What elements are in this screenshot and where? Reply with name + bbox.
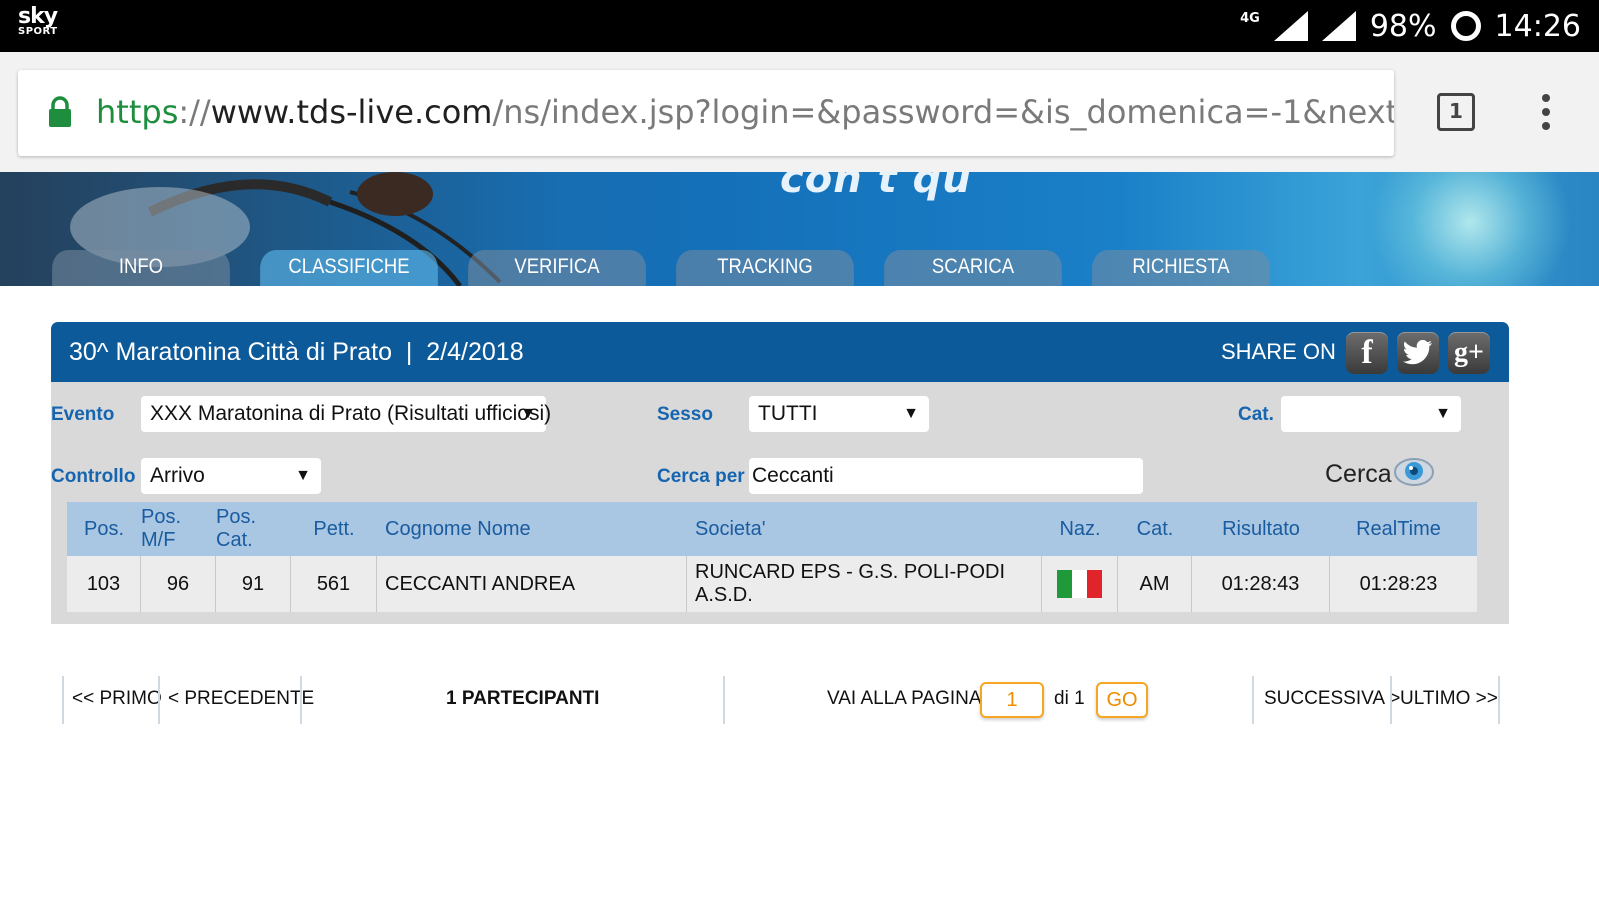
header-cat[interactable]: Cat. [1118,502,1192,556]
overflow-menu-icon[interactable] [1539,94,1553,134]
chevron-down-icon: ▼ [903,405,919,422]
next-page-link[interactable]: SUCCESSIVA > [1264,688,1400,710]
header-pett[interactable]: Pett. [291,502,377,556]
sesso-label: Sesso [657,404,713,425]
race-title: 30^ Maratonina Città di Prato | 2/4/2018 [69,338,524,366]
url-text: https://www.tds-live.com/ns/index.jsp?lo… [96,90,1394,134]
cell-societa: RUNCARD EPS - G.S. POLI-PODI A.S.D. [687,556,1042,612]
previous-page-link[interactable]: < PRECEDENTE [168,688,314,710]
table-header: Pos. Pos. M/F Pos. Cat. Pett. Cognome No… [67,502,1477,556]
url-scheme: https [96,93,179,131]
pagination-bar: << PRIMO < PRECEDENTE 1 PARTECIPANTI VAI… [62,676,1502,728]
tab-scarica-classifica[interactable]: SCARICA CLASSIFICA [884,250,1062,286]
battery-ring-icon [1450,11,1481,41]
cell-name[interactable]: CECCANTI ANDREA [377,556,687,612]
tab-info[interactable]: INFO [52,250,230,286]
evento-label: Evento [51,404,115,425]
browser-toolbar: https://www.tds-live.com/ns/index.jsp?lo… [0,52,1599,172]
cell-pos-cat: 91 [216,556,291,612]
chevron-down-icon: ▼ [520,405,536,422]
lock-icon [49,96,71,127]
cell-cat: AM [1118,556,1192,612]
tab-verifica-iscrizione[interactable]: VERIFICA ISCRIZIONE [468,250,646,286]
cat-select[interactable]: ▼ [1281,396,1461,432]
results-panel: 30^ Maratonina Città di Prato | 2/4/2018… [51,322,1509,624]
page-total: di 1 [1054,688,1085,709]
cat-label: Cat. [1238,404,1274,425]
tab-switcher-button[interactable]: 1 [1437,93,1475,131]
cell-pos-mf: 96 [141,556,216,612]
filters-area: Evento XXX Maratonina di Prato (Risultat… [51,382,1509,624]
controllo-selected-value: Arrivo [150,464,205,487]
share-label: SHARE ON [1221,339,1336,364]
clock: 14:26 [1494,8,1581,44]
banner-slogan: con t qu [780,172,972,202]
signal-icon [1321,11,1356,41]
evento-selected-value: XXX Maratonina di Prato (Risultati uffic… [150,402,552,425]
header-naz[interactable]: Naz. [1042,502,1118,556]
cell-realtime: 01:28:23 [1359,572,1438,595]
cell-naz [1042,556,1118,612]
search-input[interactable]: Ceccanti [749,458,1143,494]
header-realtime[interactable]: RealTime [1330,502,1467,556]
controllo-select[interactable]: Arrivo ▼ [141,458,321,494]
header-name[interactable]: Cognome Nome [377,502,687,556]
header-pos-cat[interactable]: Pos. Cat. [216,502,291,556]
table-row[interactable]: 103 96 91 561 CECCANTI ANDREA RUNCARD EP… [67,556,1477,612]
address-bar[interactable]: https://www.tds-live.com/ns/index.jsp?lo… [18,70,1394,156]
network-type: 4G [1240,10,1260,26]
cell-risultato: 01:28:43 [1192,556,1330,612]
status-bar: sky SPORT 4G 98% 14:26 [0,0,1599,52]
google-plus-icon[interactable]: g+ [1448,332,1490,374]
main-nav: INFO CLASSIFICHE VERIFICA ISCRIZIONE TRA… [40,250,1288,286]
tab-richiesta-assistenza[interactable]: RICHIESTA ASSISTENZA [1092,250,1270,286]
battery-percentage: 98% [1369,8,1437,44]
go-button[interactable]: GO [1096,682,1148,718]
header-societa[interactable]: Societa' [687,502,1042,556]
url-path: /ns/index.jsp?login=&password=&is_domeni… [492,93,1394,131]
chevron-down-icon: ▼ [295,467,311,484]
site-banner: con t qu INFO CLASSIFICHE VERIFICA ISCRI… [0,172,1599,286]
italy-flag-icon [1056,570,1103,598]
panel-header: 30^ Maratonina Città di Prato | 2/4/2018… [51,322,1509,382]
chevron-down-icon: ▼ [1435,405,1451,422]
last-page-link[interactable]: ULTIMO >> [1400,688,1498,710]
sky-sport-logo: sky SPORT [18,6,58,37]
cerca-button[interactable]: Cerca [1325,460,1392,489]
sesso-selected-value: TUTTI [758,402,818,425]
tab-classifiche[interactable]: CLASSIFICHE [260,250,438,286]
cell-pos: 103 [67,556,141,612]
first-page-link[interactable]: << PRIMO [72,688,162,710]
logo-sport-text: SPORT [18,26,58,37]
facebook-icon[interactable]: f [1346,332,1388,374]
header-pos-mf[interactable]: Pos. M/F [141,502,216,556]
sesso-select[interactable]: TUTTI ▼ [749,396,929,432]
eye-search-icon[interactable] [1393,456,1435,488]
header-pos[interactable]: Pos. [67,502,141,556]
logo-sky-text: sky [18,4,58,29]
url-domain: www.tds-live.com [210,93,493,131]
evento-select[interactable]: XXX Maratonina di Prato (Risultati uffic… [141,396,551,432]
participants-count: 1 PARTECIPANTI [446,688,600,709]
page-number-input[interactable]: 1 [980,682,1044,718]
goto-page-label: VAI ALLA PAGINA [827,688,982,709]
signal-icon [1273,11,1308,41]
header-risultato[interactable]: Risultato [1192,502,1330,556]
cell-pett: 561 [291,556,377,612]
tab-tracking[interactable]: TRACKING [676,250,854,286]
results-table: Pos. Pos. M/F Pos. Cat. Pett. Cognome No… [67,502,1477,612]
cerca-per-label: Cerca per [657,466,745,487]
url-separator: :// [178,93,211,131]
twitter-icon[interactable] [1397,332,1439,374]
controllo-label: Controllo [51,466,136,487]
